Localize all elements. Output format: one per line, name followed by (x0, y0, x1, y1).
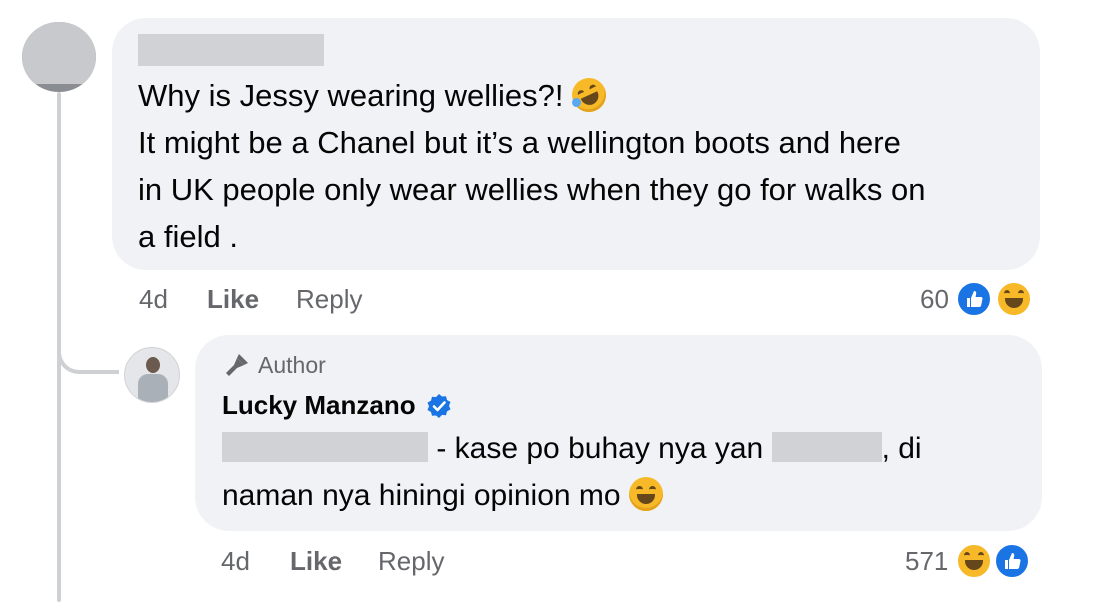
reply-reaction-count[interactable]: 571 (905, 546, 948, 577)
comment-text: Why is Jessy wearing wellies?! It might … (138, 72, 1018, 260)
author-name[interactable]: Lucky Manzano (222, 390, 452, 421)
author-badge-label: Author (258, 351, 326, 378)
avatar-redaction (22, 22, 96, 84)
author-avatar[interactable] (124, 347, 180, 403)
like-button[interactable]: Like (207, 284, 259, 315)
reply-reply-button[interactable]: Reply (378, 546, 444, 577)
haha-reaction-icon (995, 280, 1033, 318)
comment-line-1: Why is Jessy wearing wellies?! (138, 78, 564, 113)
comment-line-2: It might be a Chanel but it’s a wellingt… (138, 125, 901, 160)
reply-text-line2: naman nya hiningi opinion mo (222, 479, 621, 512)
reply-like-reaction-icon (993, 542, 1031, 580)
laughing-emoji-icon (628, 477, 663, 511)
commenter-avatar[interactable] (22, 22, 96, 92)
reply-haha-reaction-icon (955, 542, 993, 580)
microphone-icon (226, 354, 248, 376)
reply-text: - kase po buhay nya yan , di naman nya h… (222, 425, 1022, 519)
reply-text-part2: , di (881, 432, 922, 465)
reply-like-button[interactable]: Like (290, 546, 342, 577)
thread-connector (57, 330, 119, 374)
rofl-emoji-icon (566, 72, 612, 118)
reaction-count[interactable]: 60 (920, 284, 949, 315)
comment-timestamp[interactable]: 4d (139, 284, 168, 315)
reply-text-part1: - kase po buhay nya yan (436, 432, 764, 465)
mention-redacted[interactable] (222, 432, 428, 462)
reply-timestamp[interactable]: 4d (221, 546, 250, 577)
like-reaction-icon (955, 280, 993, 318)
comment-line-4: a field . (138, 219, 238, 254)
verified-badge-icon (427, 393, 451, 418)
commenter-name-redacted[interactable] (138, 34, 324, 66)
text-redacted (771, 432, 882, 462)
reply-button[interactable]: Reply (296, 284, 362, 315)
author-badge: Author (222, 350, 326, 380)
author-name-text[interactable]: Lucky Manzano (222, 390, 416, 421)
comment-line-3: in UK people only wear wellies when they… (138, 172, 926, 207)
